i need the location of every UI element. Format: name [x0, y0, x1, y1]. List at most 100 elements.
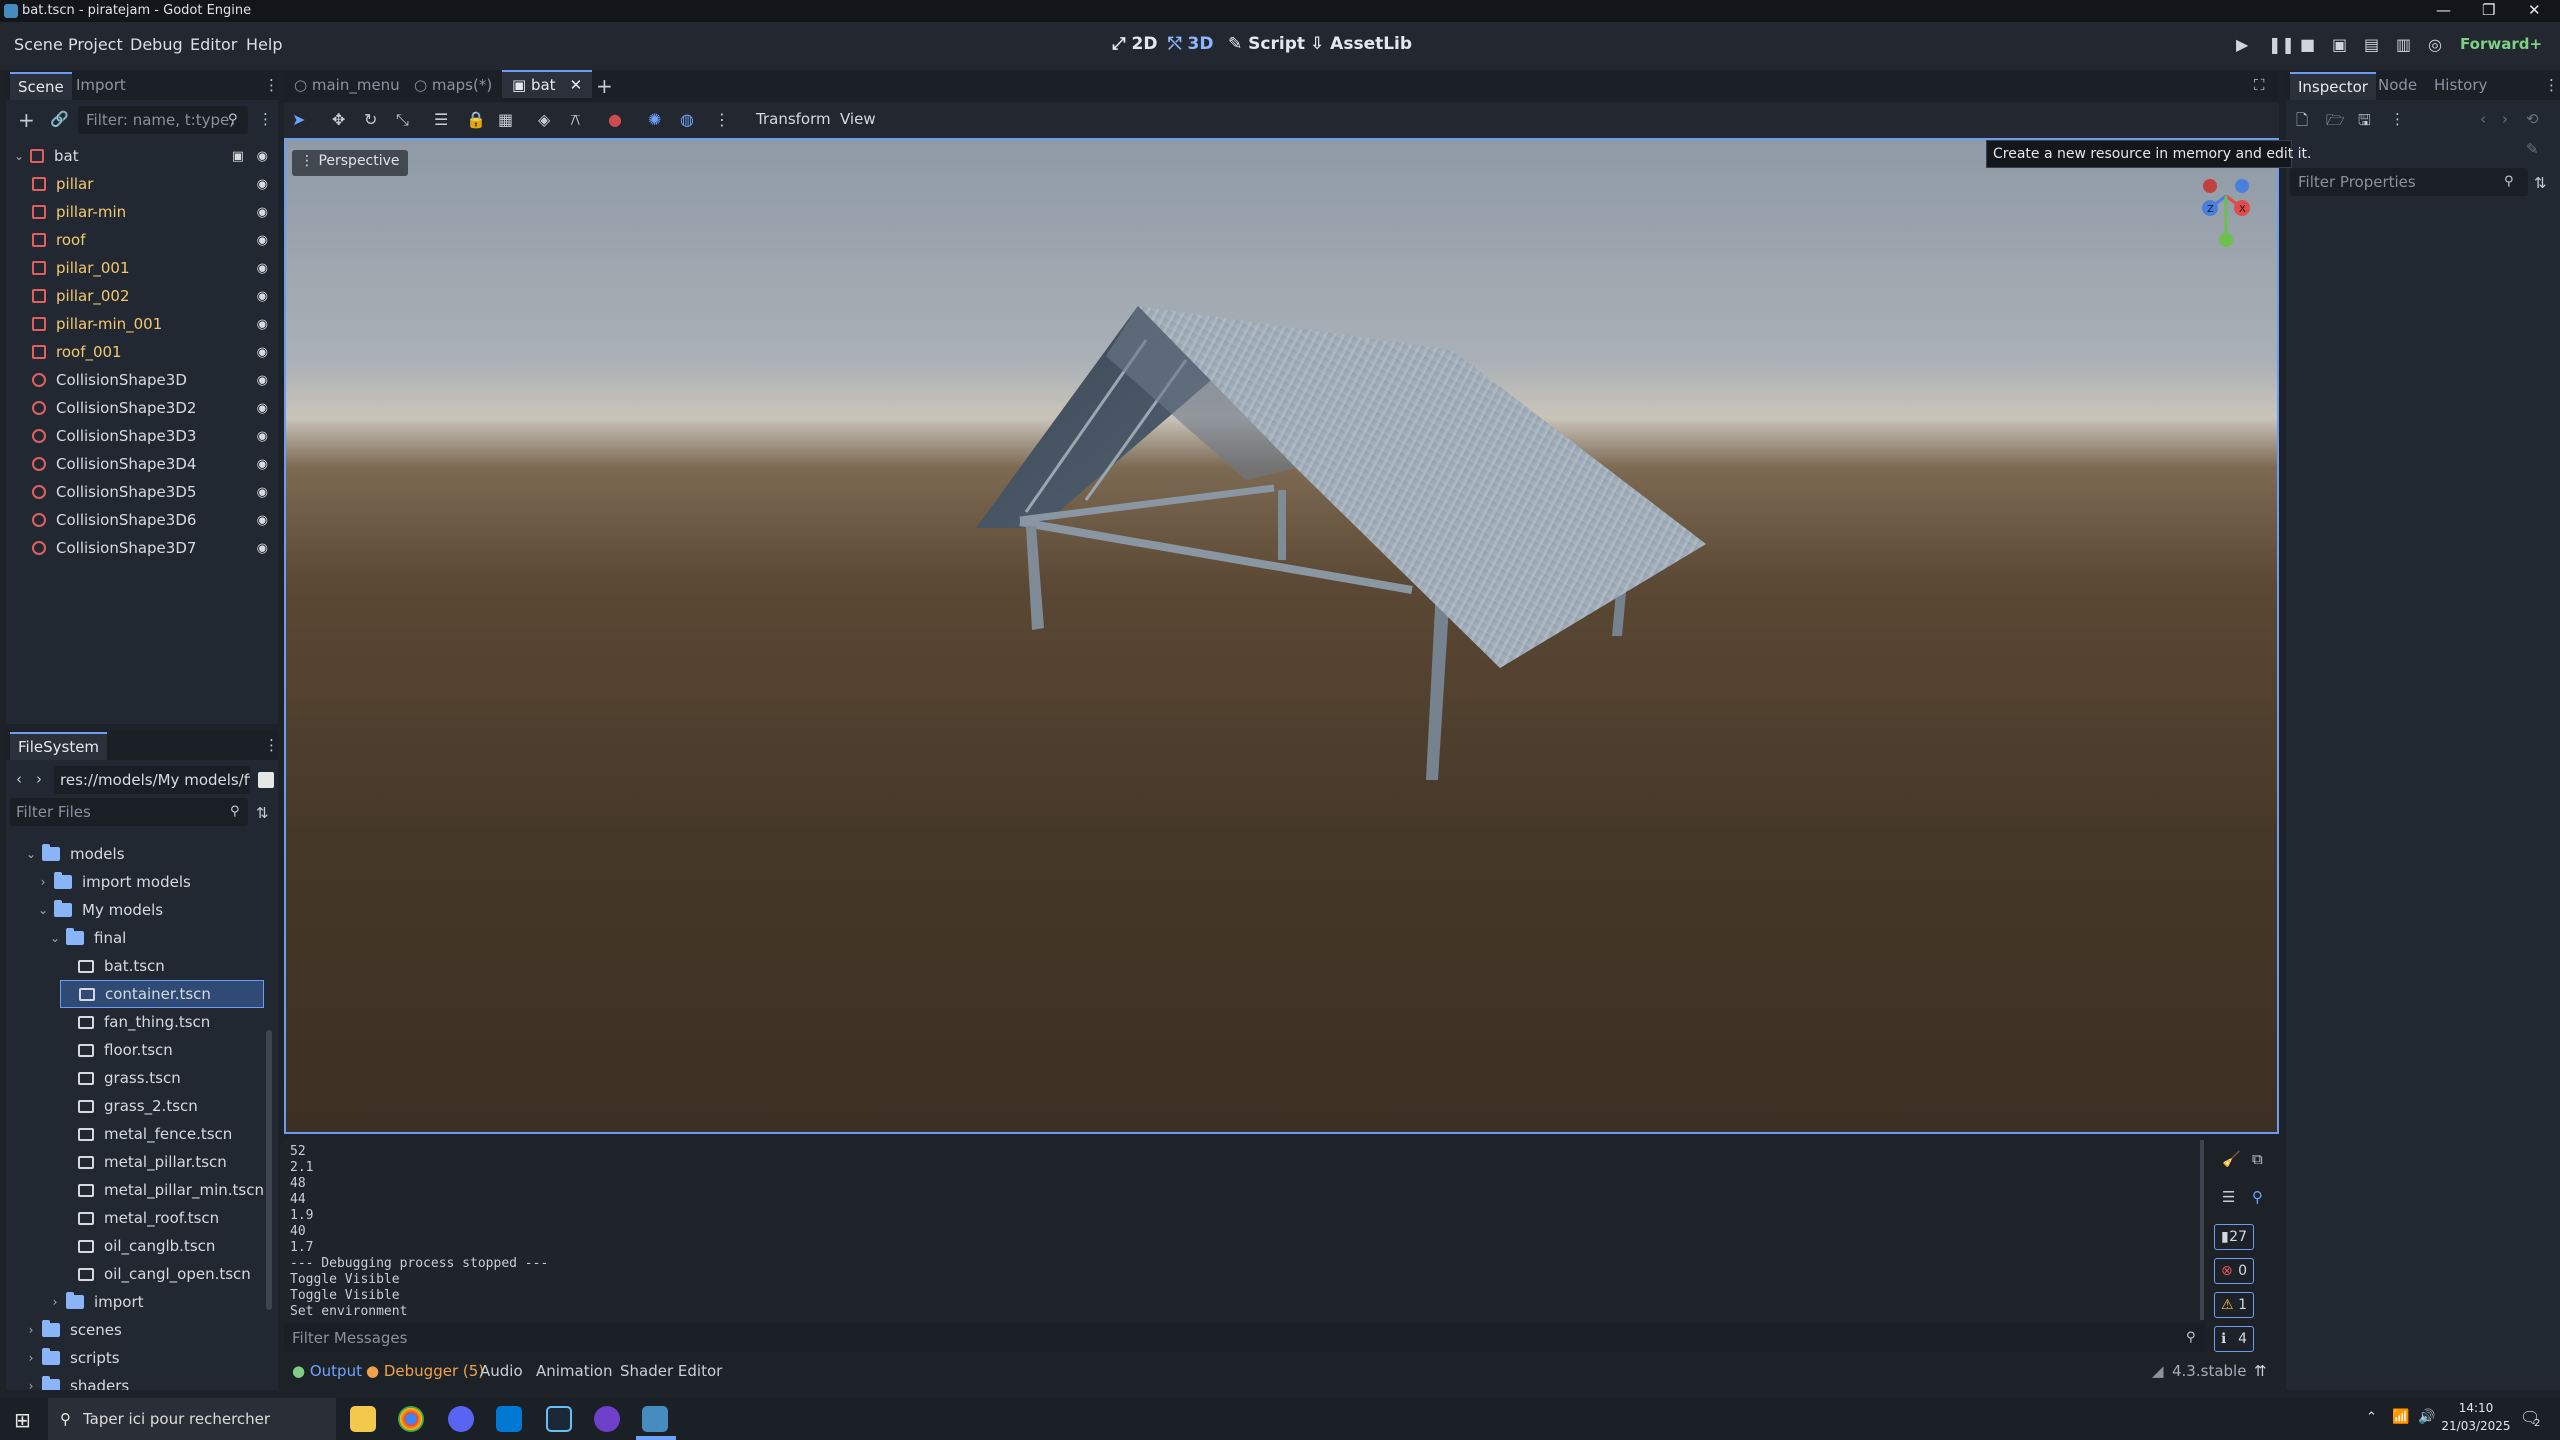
close-window-button[interactable]: ✕ [2528, 1, 2541, 19]
menu-editor[interactable]: Editor [190, 35, 237, 54]
scene-options-icon[interactable]: ⋮ [258, 110, 273, 128]
menu-debug[interactable]: Debug [130, 35, 183, 54]
copy-output-icon[interactable]: ⧉ [2252, 1150, 2263, 1168]
transform-menu[interactable]: Transform [756, 110, 831, 128]
tab-debugger[interactable]: ● Debugger (5) [366, 1362, 484, 1380]
dock-menu-icon[interactable]: ⋮ [264, 736, 278, 754]
script-attached-icon[interactable]: ▣ [232, 149, 244, 164]
discord-icon[interactable] [448, 1406, 474, 1432]
collapse-chevron-icon[interactable]: ⌄ [12, 149, 26, 163]
tree-node[interactable]: CollisionShape3D6 ◉ [32, 506, 274, 534]
file-item[interactable]: metal_fence.tscn [60, 1120, 264, 1148]
tab-animation[interactable]: Animation [536, 1362, 612, 1380]
folder-item[interactable]: › import models [36, 868, 264, 896]
chevron-down-icon[interactable]: ⌄ [48, 931, 62, 945]
scene-tab-bat[interactable]: ▣ bat ✕ [502, 70, 593, 98]
new-scene-tab-icon[interactable]: + [596, 74, 613, 98]
folder-item[interactable]: ⌄ models [24, 840, 264, 868]
snap-icon[interactable]: ⚻ [570, 110, 581, 130]
tree-root-node[interactable]: ⌄ bat ▣ ◉ [12, 142, 274, 170]
tray-overflow-icon[interactable]: ⌃ [2366, 1410, 2377, 1425]
lock-icon[interactable]: 🔒 [466, 110, 486, 129]
path-field[interactable]: res://models/My models/fin [54, 766, 250, 794]
tree-node[interactable]: roof_001 ◉ [32, 338, 274, 366]
tab-output[interactable]: ● Output [292, 1362, 362, 1380]
windows-start-icon[interactable]: ⊞ [14, 1408, 31, 1432]
workspace-2d-button[interactable]: ⤢ 2D [1112, 34, 1157, 54]
history-forward-icon[interactable]: › [2502, 110, 2508, 128]
clock-date[interactable]: 21/03/2025 [2440, 1419, 2512, 1433]
scene-filter-input[interactable]: Filter: name, t:type, [78, 106, 248, 134]
tree-node[interactable]: roof ◉ [32, 226, 274, 254]
remote-debug-icon[interactable]: ▣ [2332, 35, 2347, 54]
file-item[interactable]: grass_2.tscn [60, 1092, 264, 1120]
menu-help[interactable]: Help [246, 35, 282, 54]
chevron-right-icon[interactable]: › [24, 1323, 38, 1337]
file-item[interactable]: metal_pillar.tscn [60, 1148, 264, 1176]
group-icon[interactable]: ▦ [498, 110, 513, 129]
output-log[interactable]: 52 2.1 48 44 1.9 40 1.7 --- Debugging process s… [284, 1140, 2204, 1322]
audio-listener-icon[interactable]: ● [608, 110, 622, 129]
movie-maker-icon[interactable]: ◎ [2428, 35, 2442, 54]
visibility-eye-icon[interactable]: ◉ [257, 373, 268, 388]
show-search-icon[interactable]: ⚲ [2252, 1188, 2263, 1206]
new-resource-icon[interactable]: 🗋 [2296, 110, 2308, 135]
history-back-icon[interactable]: ‹ [2480, 110, 2486, 128]
load-resource-icon[interactable]: 🗁 [2326, 110, 2345, 135]
chevron-right-icon[interactable]: › [24, 1379, 38, 1390]
file-item[interactable]: grass.tscn [60, 1064, 264, 1092]
stop-icon[interactable]: ■ [2300, 35, 2315, 54]
distraction-free-icon[interactable]: ⛶ [2254, 76, 2265, 94]
dock-menu-icon[interactable]: ⋮ [2544, 76, 2559, 94]
orientation-gizmo[interactable]: Z X [2186, 168, 2266, 248]
visibility-eye-icon[interactable]: ◉ [257, 513, 268, 528]
close-tab-icon[interactable]: ✕ [570, 76, 583, 94]
sun-preview-icon[interactable]: ✺ [648, 110, 661, 129]
file-item[interactable]: floor.tscn [60, 1036, 264, 1064]
vscode-icon[interactable] [496, 1406, 522, 1432]
filter-messages-input[interactable]: Filter Messages [284, 1324, 2206, 1352]
tree-node[interactable]: pillar-min ◉ [32, 198, 274, 226]
folder-item[interactable]: › shaders [24, 1372, 264, 1390]
sort-icon[interactable]: ⇅ [256, 804, 269, 822]
chrome-icon[interactable] [398, 1406, 424, 1432]
viewport-options-icon[interactable]: ⋮ [714, 110, 730, 129]
scene-tab-maps[interactable]: ○ maps(*) [414, 76, 492, 94]
tree-node[interactable]: pillar-min_001 ◉ [32, 310, 274, 338]
file-item[interactable]: metal_roof.tscn [60, 1204, 264, 1232]
tree-node[interactable]: pillar_001 ◉ [32, 254, 274, 282]
chevron-right-icon[interactable]: › [48, 1295, 62, 1309]
3d-viewport[interactable]: ⋮ Perspective Z X [284, 138, 2279, 1134]
warnings-filter-toggle[interactable]: ⚠ 1 [2214, 1292, 2254, 1318]
tree-node[interactable]: pillar_002 ◉ [32, 282, 274, 310]
chevron-down-icon[interactable]: ⌄ [24, 847, 38, 861]
toggle-bottom-panel-icon[interactable]: ⇈ [2254, 1362, 2267, 1380]
pause-icon[interactable]: ❚❚ [2268, 35, 2295, 54]
chevron-down-icon[interactable]: ⌄ [36, 903, 50, 917]
tree-node[interactable]: CollisionShape3D3 ◉ [32, 422, 274, 450]
add-node-icon[interactable]: + [18, 108, 35, 132]
file-item[interactable]: metal_pillar_min.tscn [60, 1176, 264, 1204]
filter-properties-input[interactable]: Filter Properties [2290, 168, 2528, 196]
visibility-eye-icon[interactable]: ◉ [257, 233, 268, 248]
visibility-eye-icon[interactable]: ◉ [257, 177, 268, 192]
steam-icon[interactable] [546, 1406, 572, 1432]
tab-audio[interactable]: Audio [480, 1362, 523, 1380]
volume-icon[interactable]: 🔊 [2418, 1409, 2435, 1425]
back-arrow-icon[interactable]: ‹ [16, 770, 22, 788]
messages-filter-toggle[interactable]: ▮ 27 [2214, 1224, 2254, 1250]
clock-time[interactable]: 14:10 [2440, 1401, 2512, 1415]
file-item[interactable]: oil_cangl_open.tscn [60, 1260, 264, 1288]
scale-mode-icon[interactable]: ⤡ [396, 110, 409, 130]
play-scene-icon[interactable]: ▤ [2364, 35, 2379, 54]
visibility-eye-icon[interactable]: ◉ [257, 261, 268, 276]
tree-node[interactable]: CollisionShape3D7 ◉ [32, 534, 274, 562]
tab-history[interactable]: History [2434, 76, 2487, 94]
filesystem-scrollbar[interactable] [266, 1030, 272, 1310]
view-menu[interactable]: View [840, 110, 876, 128]
visibility-eye-icon[interactable]: ◉ [257, 317, 268, 332]
edit-object-icon[interactable]: ✎ [2526, 140, 2539, 158]
visibility-eye-icon[interactable]: ◉ [257, 541, 268, 556]
tab-filesystem[interactable]: FileSystem [10, 732, 108, 760]
tab-import[interactable]: Import [76, 76, 126, 94]
